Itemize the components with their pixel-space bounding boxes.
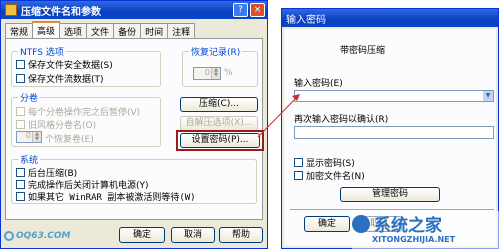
- compression-button[interactable]: 压缩(C)...: [180, 97, 258, 112]
- right-watermark: 系统之家 XITONGZHIJIA.NET: [352, 211, 499, 249]
- volume-group: 分卷 每个分卷操作完之后暂停(V) 旧风格分卷名(O) 0 ▲ ▼ 个恢复卷(E): [11, 91, 161, 147]
- password-input[interactable]: ▼: [294, 90, 494, 102]
- tab-general[interactable]: 常规: [5, 23, 34, 38]
- window-title: 压缩文件名和参数: [21, 6, 101, 18]
- sfx-options-button[interactable]: 自解压选项(X)...: [180, 116, 258, 131]
- left-watermark-text: OQ63.COM: [16, 231, 71, 241]
- ntfs-group: NTFS 选项 保存文件安全数据(S) 保存文件流数据(T): [11, 45, 161, 87]
- reenter-password-label: 再次输入密码以确认(R): [294, 115, 389, 125]
- pause-volume-checkbox[interactable]: 每个分卷操作完之后暂停(V): [16, 105, 140, 118]
- left-watermark: OQ63.COM: [4, 231, 70, 241]
- checkbox-box: [16, 180, 25, 189]
- save-streams-checkbox[interactable]: 保存文件流数据(T): [16, 72, 104, 85]
- help-button[interactable]: 帮助: [219, 227, 263, 243]
- tab-backup[interactable]: 备份: [113, 23, 142, 38]
- save-security-label: 保存文件安全数据(S): [28, 61, 113, 71]
- system-group-title: 系统: [18, 153, 41, 166]
- checkbox-box: [16, 60, 25, 69]
- recovery-value: 0: [204, 68, 210, 77]
- tab-strip: 常规 高级 选项 文件 备份 时间 注释: [5, 21, 196, 39]
- recovery-unit: %: [224, 68, 233, 78]
- checkbox-box: [16, 74, 25, 83]
- tab-options[interactable]: 选项: [59, 23, 88, 38]
- old-names-checkbox[interactable]: 旧风格分卷名(O): [16, 118, 96, 131]
- watermark-logo-icon: [4, 231, 14, 241]
- checkbox-box: [294, 158, 303, 167]
- checkbox-box: [294, 171, 303, 180]
- tab-comment[interactable]: 注释: [167, 23, 196, 38]
- show-password-label: 显示密码(S): [306, 159, 355, 169]
- recovery-volumes-label: 个恢复卷(E): [45, 135, 94, 145]
- old-names-label: 旧风格分卷名(O): [28, 121, 97, 131]
- save-security-checkbox[interactable]: 保存文件安全数据(S): [16, 58, 113, 71]
- ntfs-group-title: NTFS 选项: [18, 45, 66, 58]
- right-watermark-logo-icon: [352, 215, 370, 233]
- winrar-icon: [5, 4, 17, 16]
- pause-volume-label: 每个分卷操作完之后暂停(V): [28, 108, 141, 118]
- close-button[interactable]: ×: [250, 3, 265, 17]
- recovery-group: 恢复记录(R) 0 ▲ ▼ %: [182, 45, 258, 87]
- right-watermark-title: 系统之家: [374, 216, 442, 236]
- checkbox-box: [16, 192, 25, 201]
- dropdown-arrow-icon[interactable]: ▼: [483, 91, 493, 101]
- encrypt-names-label: 加密文件名(N): [306, 172, 365, 182]
- show-password-checkbox[interactable]: 显示密码(S): [294, 156, 355, 169]
- manage-passwords-button[interactable]: 管理密码: [340, 187, 440, 202]
- password-dialog-titlebar: 输入密码: [282, 9, 498, 27]
- tab-files[interactable]: 文件: [86, 23, 115, 38]
- spin-arrows: ▲ ▼: [32, 132, 41, 142]
- advanced-panel: NTFS 选项 保存文件安全数据(S) 保存文件流数据(T) 恢复记录(R) 0…: [5, 38, 264, 220]
- encrypt-names-checkbox[interactable]: 加密文件名(N): [294, 169, 365, 182]
- confirm-password-input[interactable]: [294, 126, 494, 139]
- archive-options-window: 压缩文件名和参数 ? × 常规 高级 选项 文件 备份 时间 注释 NTFS 选…: [0, 0, 268, 249]
- dialog-separator: [290, 209, 494, 210]
- wait-checkbox[interactable]: 如果其它 WinRAR 副本被激活则等待(W): [16, 190, 196, 203]
- recovery-volumes-spinner[interactable]: 0 ▲ ▼: [16, 131, 42, 143]
- password-dialog-title: 输入密码: [286, 14, 326, 26]
- save-streams-label: 保存文件流数据(T): [28, 75, 104, 85]
- recovery-volumes-value: 0: [25, 131, 31, 140]
- wait-label: 如果其它 WinRAR 副本被激活则等待(W): [28, 193, 196, 203]
- password-dialog-heading: 带密码压缩: [340, 46, 386, 56]
- help-title-button[interactable]: ?: [233, 3, 248, 17]
- right-watermark-url: XITONGZHIJIA.NET: [372, 235, 456, 244]
- password-ok-button[interactable]: 确定: [304, 216, 350, 232]
- spin-arrows: ▲ ▼: [211, 68, 220, 79]
- checkbox-box: [16, 120, 25, 129]
- enter-password-label: 输入密码(E): [294, 79, 343, 89]
- set-password-button[interactable]: 设置密码(P)...: [180, 133, 260, 148]
- tab-time[interactable]: 时间: [140, 23, 169, 38]
- checkbox-box: [16, 168, 25, 177]
- volume-group-title: 分卷: [18, 91, 41, 104]
- cancel-button[interactable]: 取消: [171, 227, 215, 243]
- system-group: 系统 后台压缩(B) 完成操作后关闭计算机电源(Y) 如果其它 WinRAR 副…: [11, 153, 257, 204]
- archive-options-titlebar: 压缩文件名和参数: [1, 1, 267, 19]
- tab-advanced[interactable]: 高级: [32, 21, 61, 38]
- checkbox-box: [16, 107, 25, 116]
- ok-button[interactable]: 确定: [119, 227, 165, 243]
- recovery-group-title: 恢复记录(R): [189, 45, 243, 58]
- recovery-spinner[interactable]: 0 ▲ ▼: [193, 67, 221, 80]
